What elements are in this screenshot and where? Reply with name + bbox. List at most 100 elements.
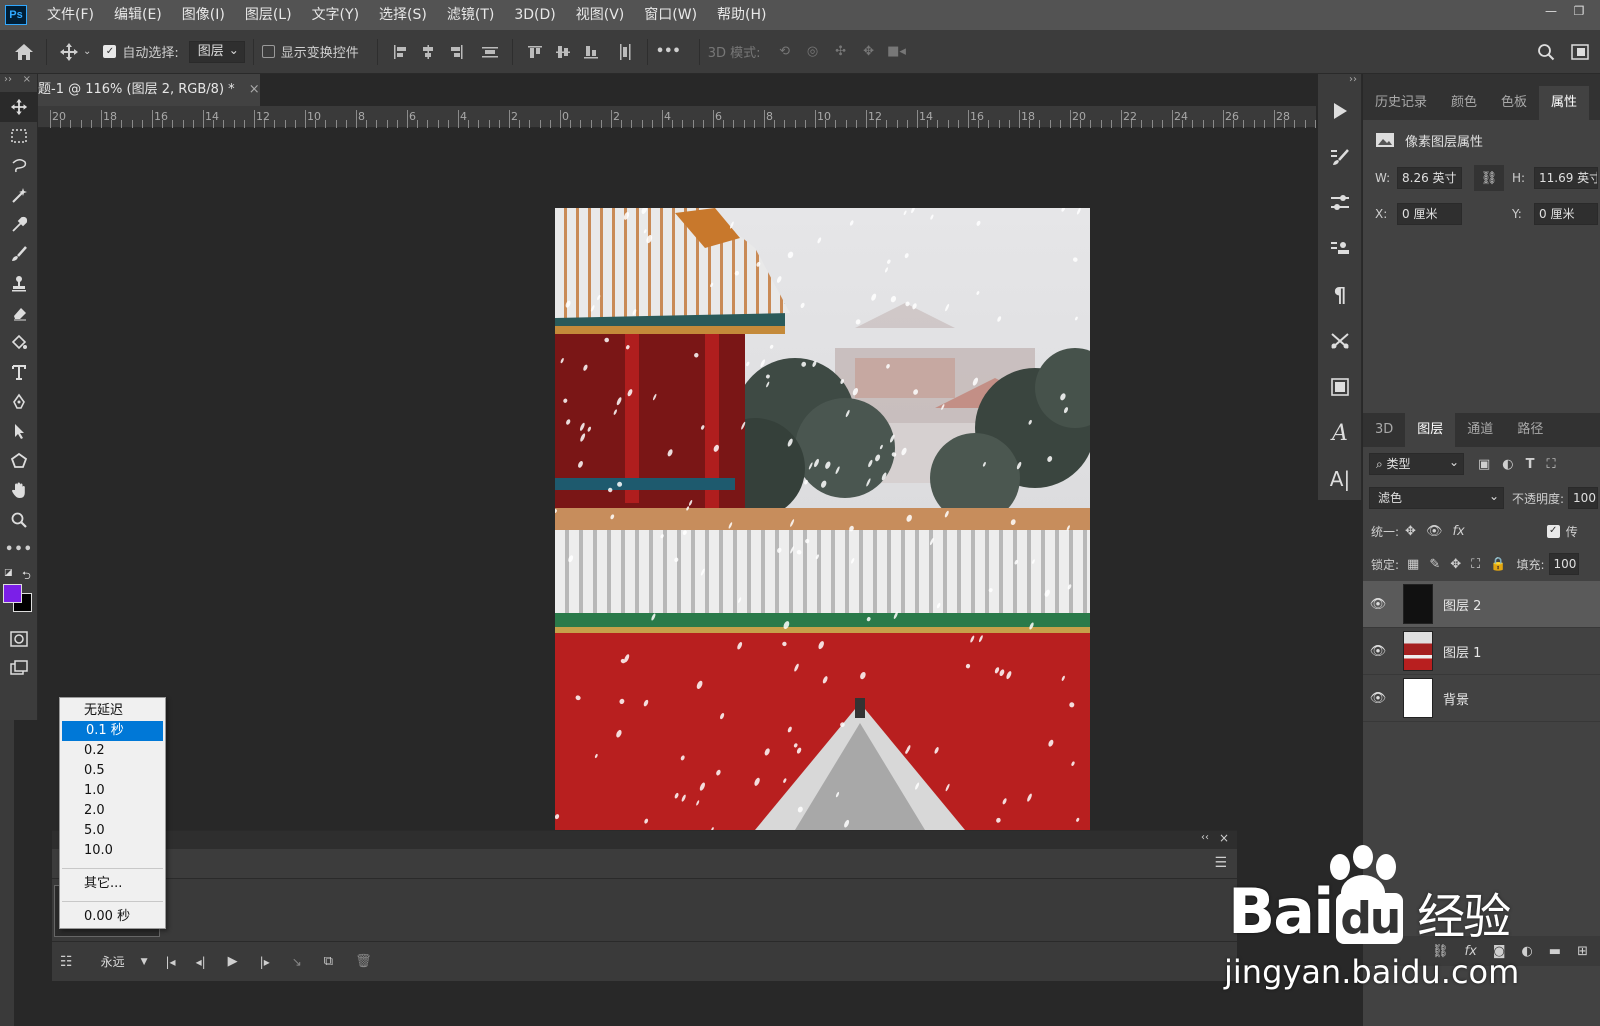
width-field[interactable]: 8.26 英寸 [1397, 167, 1462, 189]
move-tool-icon[interactable] [55, 38, 83, 66]
3d-roll-icon[interactable]: ◎ [799, 38, 827, 66]
magic-wand-tool[interactable] [0, 181, 38, 211]
stamp-tool[interactable] [0, 269, 38, 299]
delay-option[interactable]: 1.0 [60, 781, 165, 801]
tween-icon[interactable]: ↘ [292, 955, 302, 969]
path-selection-tool[interactable] [0, 417, 38, 447]
lock-pixels-icon[interactable]: ✎ [1429, 557, 1440, 572]
panel-tab[interactable]: 图层 [1405, 413, 1456, 447]
lock-transparent-icon[interactable]: ▦ [1407, 557, 1419, 572]
restore-icon[interactable]: ❐ [1568, 4, 1590, 24]
menu-item[interactable]: 图像(I) [172, 0, 235, 30]
play-icon[interactable]: ▶ [228, 954, 238, 969]
close-icon[interactable]: × [23, 74, 31, 92]
collapse-icon[interactable]: ›› [4, 74, 12, 92]
delete-frame-icon[interactable]: 🗑 [355, 954, 372, 969]
delay-option[interactable]: 10.0 [60, 841, 165, 861]
pen-tool[interactable] [0, 387, 38, 417]
brush-tool[interactable] [0, 240, 38, 270]
menu-item[interactable]: 帮助(H) [707, 0, 776, 30]
align-left-icon[interactable] [386, 38, 414, 66]
horizontal-ruler[interactable]: 20 18 16 14 12 10 8 6 4 2 0 2 4 6 8 10 12 14 16 18 20 22 24 26 2… [38, 106, 1316, 128]
paint-bucket-tool[interactable] [0, 328, 38, 358]
menu-item[interactable]: 文件(F) [37, 0, 104, 30]
unify-position-icon[interactable]: ✥ [1405, 524, 1416, 539]
propagate-checkbox[interactable]: ✓ [1546, 524, 1560, 538]
visibility-eye-icon[interactable]: 👁 [1363, 691, 1393, 706]
align-top-icon[interactable] [521, 38, 549, 66]
document-tab[interactable]: 题-1 @ 116% (图层 2, RGB/8) * × [38, 74, 260, 106]
lasso-tool[interactable] [0, 151, 38, 181]
delay-option[interactable]: 无延迟 [60, 701, 165, 721]
delay-option-current[interactable]: 0.00 秒 [60, 907, 165, 927]
menu-item[interactable]: 滤镜(T) [437, 0, 504, 30]
eyedropper-tool[interactable] [0, 210, 38, 240]
panel-menu-icon[interactable]: ☰ [1214, 855, 1227, 871]
glyphs-icon[interactable]: A [1318, 410, 1362, 456]
layer-row[interactable]: 👁 图层 1 [1363, 628, 1600, 675]
height-field[interactable]: 11.69 英寸 [1534, 167, 1598, 189]
convert-timeline-icon[interactable]: ☷ [60, 954, 73, 970]
duplicate-frame-icon[interactable]: ⧉ [324, 954, 333, 969]
more-options-icon[interactable]: ••• [656, 44, 681, 59]
type-tool[interactable] [0, 358, 38, 388]
play-actions-icon[interactable] [1318, 88, 1362, 134]
eraser-tool[interactable] [0, 299, 38, 329]
align-bottom-icon[interactable] [577, 38, 605, 66]
previous-frame-icon[interactable]: ◂| [196, 955, 206, 969]
close-tab-icon[interactable]: × [249, 82, 260, 97]
menu-item[interactable]: 3D(D) [504, 0, 565, 30]
lock-all-icon[interactable]: 🔒 [1490, 557, 1506, 572]
panel-tab[interactable]: 路径 [1505, 413, 1555, 447]
quick-mask-icon[interactable] [0, 624, 38, 654]
marquee-tool[interactable] [0, 122, 38, 152]
foreground-color-swatch[interactable] [3, 584, 22, 603]
filter-shape-icon[interactable]: ⛶ [1547, 457, 1556, 472]
workspace-icon[interactable] [1566, 38, 1594, 66]
3d-pan-icon[interactable]: ✣ [827, 38, 855, 66]
panel-tab[interactable]: 3D [1363, 413, 1405, 447]
align-center-icon[interactable] [414, 38, 442, 66]
search-icon[interactable] [1532, 38, 1560, 66]
libraries-icon[interactable] [1318, 364, 1362, 410]
x-field[interactable]: 0 厘米 [1397, 203, 1462, 225]
delay-option[interactable]: 0.1 秒 [62, 721, 163, 741]
brush-settings-icon[interactable] [1318, 134, 1362, 180]
distribute-icon[interactable] [476, 38, 504, 66]
delay-option[interactable]: 2.0 [60, 801, 165, 821]
swap-colors-icon[interactable]: ⮌ [22, 567, 31, 586]
lock-artboard-icon[interactable]: ⛶ [1471, 557, 1480, 572]
visibility-eye-icon[interactable]: 👁 [1363, 644, 1393, 659]
link-icon[interactable]: ⛓ [1474, 165, 1504, 191]
opacity-field[interactable]: 100 [1568, 487, 1599, 509]
chevron-down-icon[interactable]: ⌄ [83, 46, 91, 57]
chevron-down-icon[interactable]: ▼ [141, 957, 148, 967]
unify-style-icon[interactable]: fx [1452, 524, 1464, 539]
delay-option-other[interactable]: 其它... [60, 874, 165, 894]
menu-item[interactable]: 视图(V) [566, 0, 635, 30]
panel-tab[interactable]: 色板 [1489, 86, 1539, 120]
fill-field[interactable]: 100 [1548, 553, 1579, 575]
menu-item[interactable]: 文字(Y) [302, 0, 369, 30]
menu-item[interactable]: 窗口(W) [634, 0, 707, 30]
screen-mode-icon[interactable] [0, 654, 38, 684]
tool-presets-icon[interactable] [1318, 318, 1362, 364]
3d-slide-icon[interactable]: ✥ [855, 38, 883, 66]
shape-tool[interactable] [0, 446, 38, 476]
align-right-icon[interactable] [442, 38, 470, 66]
menu-item[interactable]: 图层(L) [235, 0, 302, 30]
auto-select-dropdown[interactable]: 图层 [188, 40, 245, 63]
filter-kind-select[interactable]: ⌕ 类型 ⌄ [1369, 453, 1464, 475]
filter-adjust-icon[interactable]: ◐ [1502, 457, 1513, 472]
expand-panels-icon[interactable]: ›› [1318, 74, 1361, 88]
filter-type-icon[interactable]: T [1526, 457, 1535, 472]
show-transform-checkbox[interactable] [261, 45, 275, 58]
home-icon[interactable] [10, 38, 38, 66]
canvas-image[interactable] [555, 208, 1090, 830]
minimize-icon[interactable]: — [1540, 4, 1562, 24]
clone-source-icon[interactable] [1318, 226, 1362, 272]
paragraph-icon[interactable]: ¶ [1318, 272, 1362, 318]
panel-tab[interactable]: 历史记录 [1363, 86, 1439, 120]
delay-option[interactable]: 0.5 [60, 761, 165, 781]
3d-camera-icon[interactable]: ■◂ [883, 38, 911, 66]
